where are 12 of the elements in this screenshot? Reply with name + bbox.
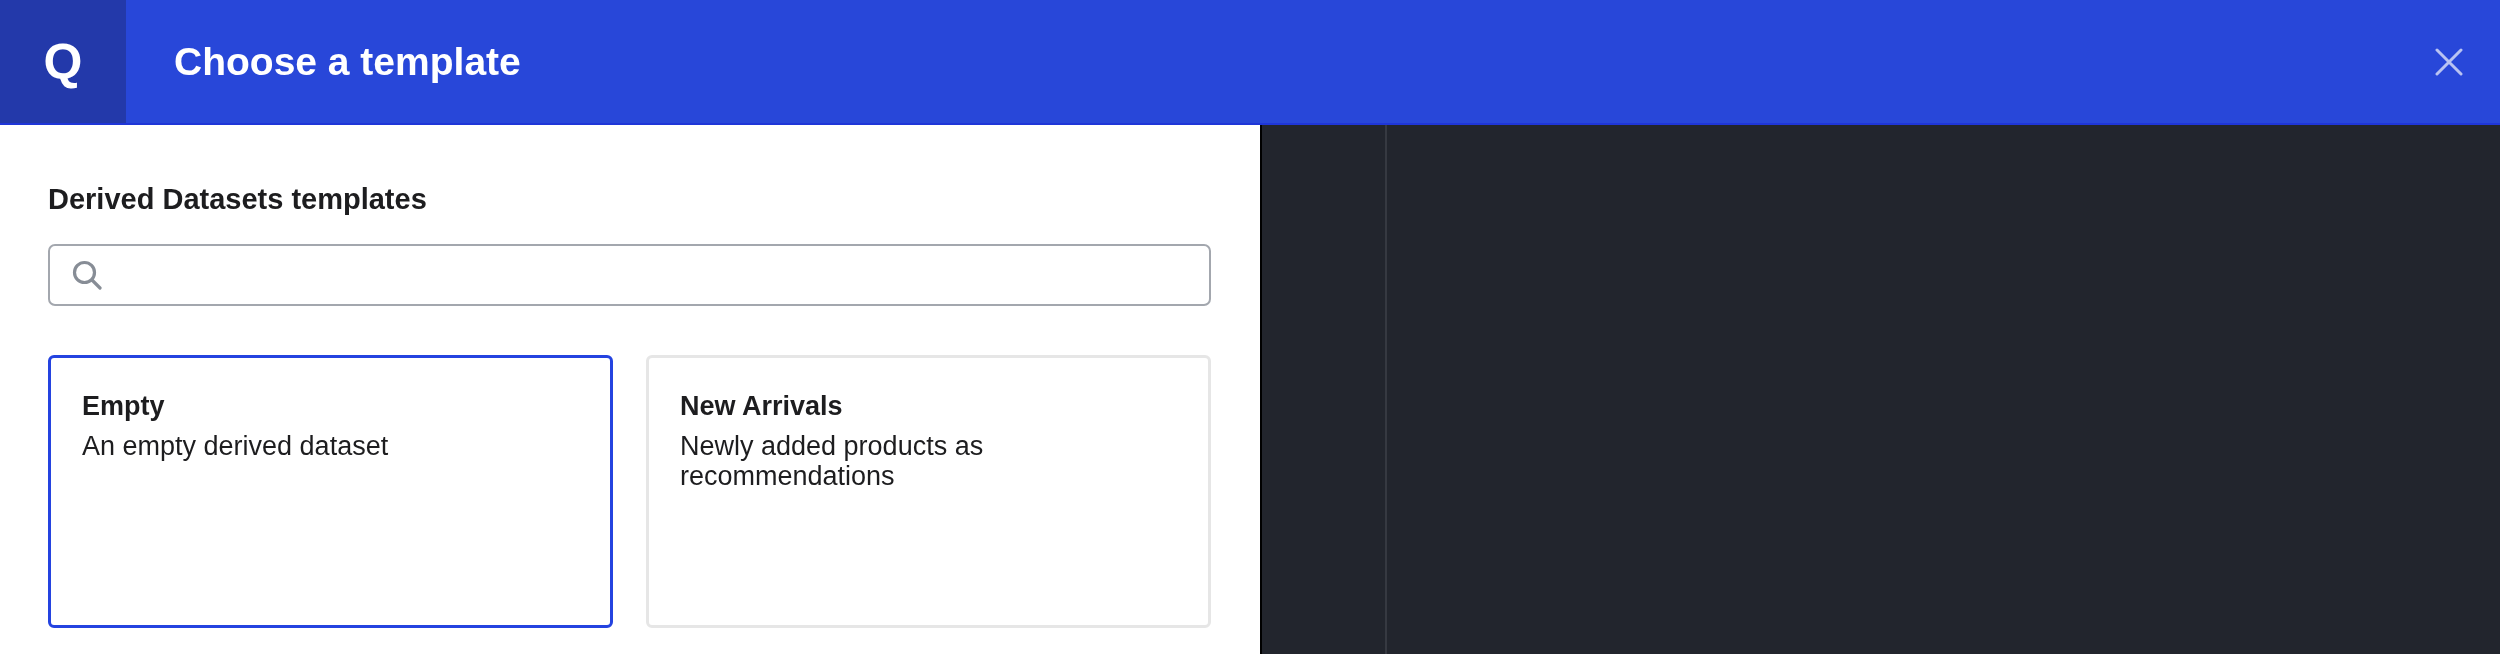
dialog-title: Choose a template [174,38,521,85]
search-icon [72,260,102,290]
template-description: Newly added products as recommendations [680,431,985,491]
app-logo: Q [0,0,126,123]
template-card[interactable]: Empty An empty derived dataset [48,355,613,628]
section-heading: Derived Datasets templates [48,182,428,216]
template-title: Empty [82,391,166,421]
template-card[interactable]: New Arrivals Newly added products as recommendations [646,355,1211,628]
search-field[interactable] [48,244,1211,306]
template-title: New Arrivals [680,391,844,421]
close-icon [2435,47,2463,76]
template-description: An empty derived dataset [82,431,390,461]
